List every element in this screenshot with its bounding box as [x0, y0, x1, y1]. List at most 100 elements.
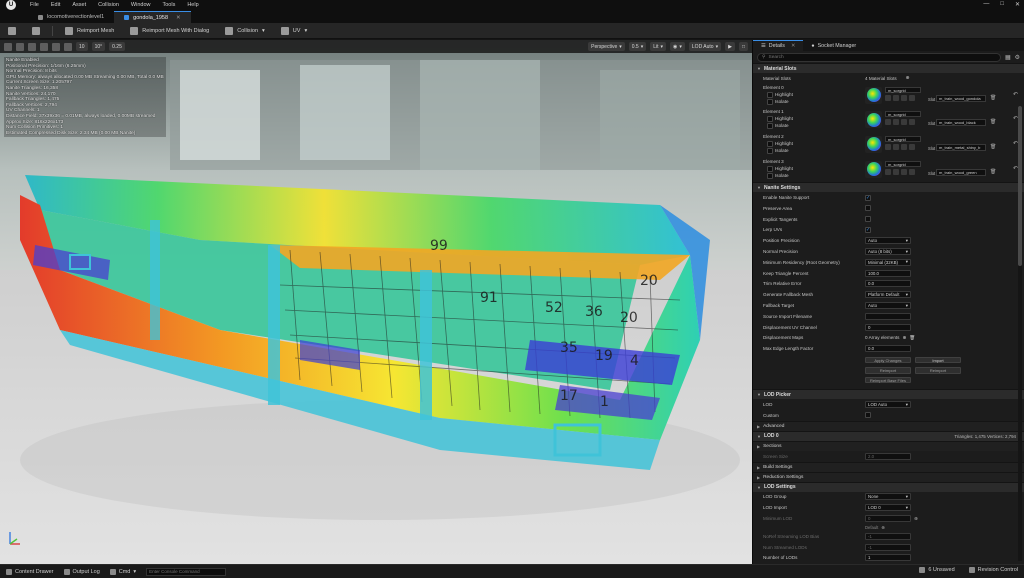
clear-icon[interactable]: [909, 94, 915, 101]
add-override-icon[interactable]: ⊕: [881, 525, 885, 530]
lod-dropdown[interactable]: LOD Auto ▾: [865, 401, 911, 409]
close-window-icon[interactable]: ✕: [1015, 1, 1020, 8]
number-lods-input[interactable]: 1: [865, 554, 911, 562]
reimport-button[interactable]: Reimport: [865, 367, 911, 374]
material-thumbnail[interactable]: [865, 111, 882, 129]
world-space-icon[interactable]: [64, 42, 72, 51]
add-element-icon[interactable]: ⊕: [902, 335, 906, 341]
save-button[interactable]: [4, 25, 20, 37]
details-scrollbar-thumb[interactable]: [1018, 106, 1022, 266]
slot-name-input[interactable]: m_train_wood_black: [936, 119, 986, 127]
content-drawer-button[interactable]: Content Drawer: [6, 568, 54, 575]
output-log-button[interactable]: Output Log: [63, 568, 100, 575]
screen-size-input[interactable]: 2.0: [865, 452, 911, 460]
menu-edit[interactable]: Edit: [51, 2, 60, 8]
setting-input[interactable]: 0.0: [865, 345, 911, 353]
revision-control-button[interactable]: Revision Control: [968, 567, 1018, 573]
close-tab-icon[interactable]: ✕: [176, 15, 181, 21]
setting-dropdown[interactable]: Auto ▾: [865, 302, 911, 310]
details-search-input[interactable]: ⚲ Search: [757, 52, 1001, 62]
material-picker[interactable]: m_sorgrid: [885, 135, 921, 142]
material-thumbnail[interactable]: [865, 135, 882, 153]
grid-view-icon[interactable]: ▦: [1005, 54, 1011, 61]
material-dropdown-icon[interactable]: [901, 143, 907, 150]
browse-asset-icon[interactable]: [885, 168, 891, 175]
material-picker[interactable]: m_sorgrid: [885, 86, 921, 93]
trash-icon[interactable]: 🗑: [909, 335, 915, 341]
slot-name-input[interactable]: m_train_wood_gondola: [936, 94, 986, 102]
custom-checkbox[interactable]: [865, 412, 871, 419]
material-picker[interactable]: m_sorgrid: [885, 160, 921, 167]
setting-dropdown[interactable]: Minimal (32KB) ▾: [865, 258, 911, 266]
setting-input[interactable]: 0: [865, 323, 911, 331]
cmd-selector[interactable]: Cmd ▾: [109, 568, 136, 575]
unsaved-button[interactable]: 6 Unsaved: [919, 567, 955, 573]
material-dropdown-icon[interactable]: [901, 119, 907, 126]
menu-help[interactable]: Help: [187, 2, 198, 8]
setting-dropdown[interactable]: Platform Default ▾: [865, 291, 911, 299]
use-selected-icon[interactable]: [893, 94, 899, 101]
highlight-checkbox[interactable]: [767, 140, 773, 147]
select-mode-icon[interactable]: [16, 42, 24, 51]
material-thumbnail[interactable]: [865, 86, 882, 104]
nanite-settings-section[interactable]: ▼ Nanite Settings: [753, 182, 1024, 193]
reset-icon[interactable]: ↶: [1013, 91, 1018, 98]
clear-icon[interactable]: [909, 168, 915, 175]
trash-icon[interactable]: 🗑: [990, 169, 996, 175]
browse-asset-icon[interactable]: [885, 119, 891, 126]
advanced-subsection[interactable]: ▶ Advanced: [753, 420, 1024, 431]
slot-name-input[interactable]: m_train_wood_green: [936, 168, 986, 176]
isolate-checkbox[interactable]: [767, 172, 773, 179]
setting-checkbox[interactable]: ✓: [865, 226, 871, 233]
tab-static-mesh[interactable]: gondola_1958 ✕: [114, 11, 191, 23]
perspective-button[interactable]: Perspective ▾: [588, 42, 625, 51]
tab-socket-manager[interactable]: ● Socket Manager: [803, 40, 864, 51]
use-selected-icon[interactable]: [893, 119, 899, 126]
slot-name-input[interactable]: m_train_metal_shiny_b: [936, 143, 986, 151]
show-button[interactable]: ◉ ▾: [670, 42, 685, 51]
material-slots-section[interactable]: ▼ Material Slots: [753, 63, 1024, 73]
setting-checkbox[interactable]: ✓: [865, 194, 871, 201]
settings-gear-icon[interactable]: ⚙: [1015, 54, 1020, 61]
setting-dropdown[interactable]: Auto (8 bits) ▾: [865, 248, 911, 256]
trash-icon[interactable]: 🗑: [990, 119, 996, 125]
isolate-checkbox[interactable]: [767, 147, 773, 154]
browse-button[interactable]: [28, 25, 44, 37]
num-streamed-input[interactable]: -1: [865, 543, 911, 551]
menu-file[interactable]: File: [30, 2, 39, 8]
use-selected-icon[interactable]: [893, 168, 899, 175]
setting-checkbox[interactable]: [865, 205, 871, 212]
uv-menu-button[interactable]: UV ▾: [277, 25, 311, 37]
reimport-with-dialog-button[interactable]: Reimport Mesh With Dialog: [126, 25, 213, 37]
maximize-viewport-button[interactable]: □: [738, 42, 748, 51]
scale-icon[interactable]: [52, 42, 60, 51]
build-settings-subsection[interactable]: ▶ Build Settings: [753, 461, 1024, 472]
lod-import-dropdown[interactable]: LOD 0 ▾: [865, 504, 911, 512]
rotate-icon[interactable]: [40, 42, 48, 51]
reimport-button-2[interactable]: Reimport: [915, 367, 961, 374]
setting-input[interactable]: [865, 312, 911, 320]
trash-icon[interactable]: 🗑: [990, 144, 996, 150]
translate-icon[interactable]: [28, 42, 36, 51]
sections-subsection[interactable]: ▶ Sections: [753, 440, 1024, 451]
highlight-checkbox[interactable]: [767, 91, 773, 98]
highlight-checkbox[interactable]: [767, 165, 773, 172]
play-speed-button[interactable]: ▶: [725, 42, 735, 51]
use-selected-icon[interactable]: [893, 143, 899, 150]
close-tab-icon[interactable]: ✕: [791, 43, 795, 49]
lod0-section[interactable]: ▼ LOD 0 Triangles: 1,475 Vertices: 2,794: [753, 430, 1024, 441]
reimport-base-files-button[interactable]: Reimport Base Files: [865, 376, 911, 384]
lod-settings-section[interactable]: ▼ LOD Settings: [753, 481, 1024, 492]
menu-window[interactable]: Window: [131, 2, 151, 8]
setting-input[interactable]: 0.0: [865, 280, 911, 288]
rotation-snap-button[interactable]: 10°: [91, 42, 106, 51]
camera-speed-button[interactable]: 0.5 ▾: [628, 42, 647, 51]
menu-tools[interactable]: Tools: [162, 2, 175, 8]
material-dropdown-icon[interactable]: [901, 168, 907, 175]
minimize-icon[interactable]: —: [983, 1, 989, 8]
lod-group-dropdown[interactable]: None ▾: [865, 493, 911, 501]
isolate-checkbox[interactable]: [767, 123, 773, 130]
reduction-settings-subsection[interactable]: ▶ Reduction Settings: [753, 471, 1024, 482]
noref-streaming-input[interactable]: -1: [865, 532, 911, 540]
setting-input[interactable]: 100.0: [865, 269, 911, 277]
